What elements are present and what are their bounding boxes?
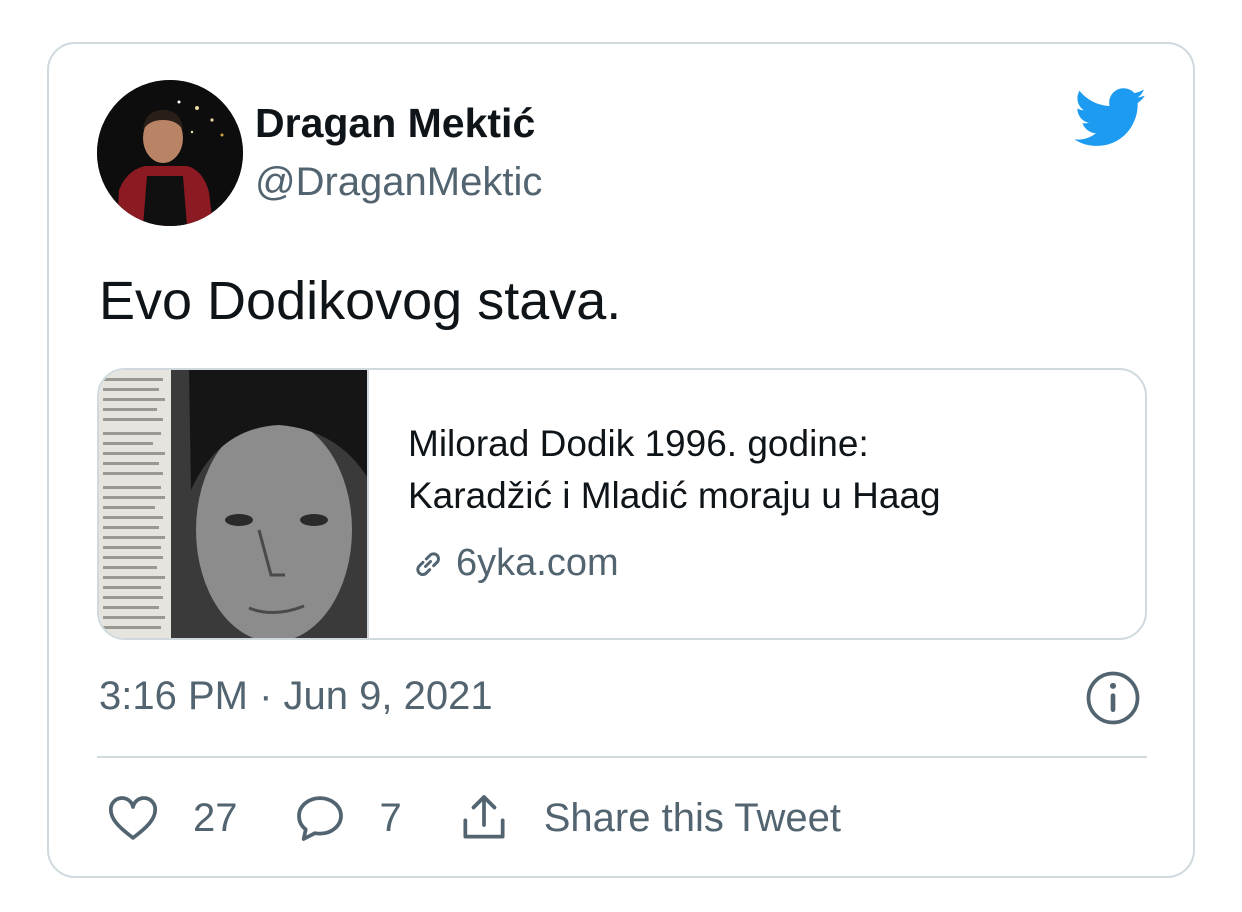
- avatar[interactable]: [97, 80, 243, 226]
- reply-button[interactable]: 7: [292, 790, 402, 846]
- user-handle[interactable]: @DraganMektic: [255, 160, 542, 205]
- link-preview-card[interactable]: Milorad Dodik 1996. godine: Karadžić i M…: [97, 368, 1147, 640]
- share-icon: [463, 795, 505, 839]
- tweet-card: Dragan Mektić @DraganMektic Evo Dodikovo…: [47, 42, 1195, 878]
- avatar-image: [97, 80, 243, 226]
- link-title: Milorad Dodik 1996. godine: Karadžić i M…: [408, 418, 1128, 522]
- tweet-timestamp[interactable]: 3:16 PM · Jun 9, 2021: [99, 674, 493, 719]
- share-label: Share this Tweet: [543, 795, 841, 840]
- share-button[interactable]: Share this Tweet: [456, 790, 841, 846]
- reply-icon: [296, 796, 343, 841]
- display-name[interactable]: Dragan Mektić: [255, 100, 535, 147]
- link-domain-text: 6yka.com: [456, 542, 619, 584]
- heart-icon: [108, 796, 158, 840]
- link-title-line: Milorad Dodik 1996. godine:: [408, 423, 869, 464]
- divider: [97, 756, 1147, 758]
- tweet-text: Evo Dodikovog stava.: [99, 271, 622, 331]
- like-button[interactable]: 27: [105, 790, 238, 846]
- action-bar: 27 7 Share this Tweet: [105, 788, 895, 848]
- like-count: 27: [193, 795, 238, 840]
- reply-count: 7: [379, 795, 402, 840]
- twitter-bird-icon[interactable]: [1075, 88, 1147, 148]
- link-domain: 6yka.com: [408, 542, 619, 585]
- link-icon: [416, 551, 440, 576]
- info-icon[interactable]: [1085, 670, 1141, 726]
- link-title-line: Karadžić i Mladić moraju u Haag: [408, 475, 941, 516]
- link-thumbnail: [99, 370, 369, 638]
